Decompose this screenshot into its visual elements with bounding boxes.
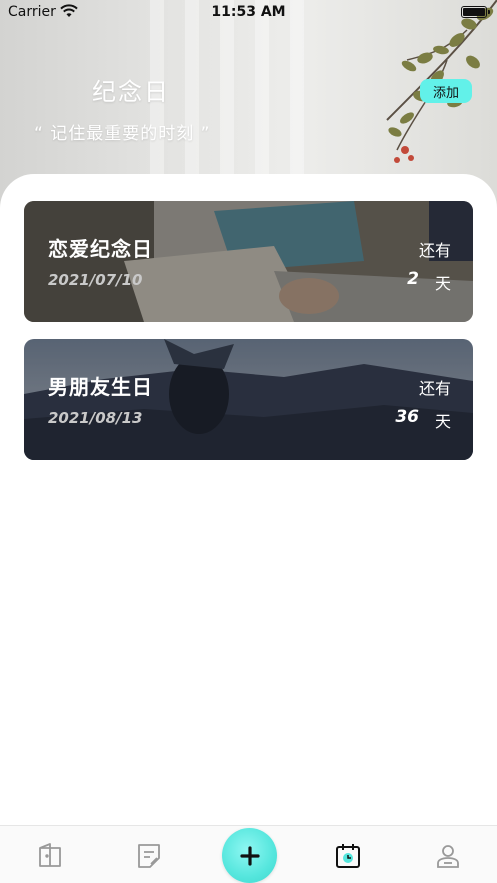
status-bar: Carrier 11:53 AM: [0, 0, 497, 26]
calendar-clock-icon: [336, 844, 360, 868]
days-count: 2: [407, 269, 419, 289]
battery-icon: [461, 6, 490, 18]
tab-door[interactable]: [35, 841, 65, 871]
page-subtitle: “ 记住最重要的时刻 ”: [34, 124, 211, 144]
clock: 11:53 AM: [211, 4, 286, 20]
anniversary-date: 2021/08/13: [48, 409, 143, 427]
tab-notes[interactable]: [134, 841, 164, 871]
door-icon: [39, 843, 61, 867]
note-edit-icon: [138, 844, 160, 868]
days-unit: 天: [434, 412, 451, 431]
tab-anniversary[interactable]: [333, 841, 363, 871]
plus-icon: [239, 845, 260, 866]
tab-profile[interactable]: [433, 841, 463, 871]
anniversary-list: 恋爱纪念日 2021/07/10 还有 2 天 男朋友生日 2021/08/13…: [0, 174, 497, 883]
profile-icon: [437, 845, 459, 868]
anniversary-date: 2021/07/10: [48, 271, 143, 289]
add-anniversary-button[interactable]: [222, 828, 277, 883]
tab-bar: [0, 825, 497, 883]
days-unit: 天: [434, 274, 451, 293]
anniversary-card[interactable]: 男朋友生日 2021/08/13 还有 36 天: [24, 339, 473, 460]
add-button[interactable]: 添加: [420, 79, 472, 103]
anniversary-name: 恋爱纪念日: [48, 237, 153, 261]
page-title: 纪念日: [92, 78, 170, 106]
anniversary-card[interactable]: 恋爱纪念日 2021/07/10 还有 2 天: [24, 201, 473, 322]
days-count: 36: [395, 407, 419, 427]
anniversary-name: 男朋友生日: [48, 375, 153, 399]
remaining-label: 还有: [418, 241, 451, 260]
remaining-label: 还有: [418, 379, 451, 398]
